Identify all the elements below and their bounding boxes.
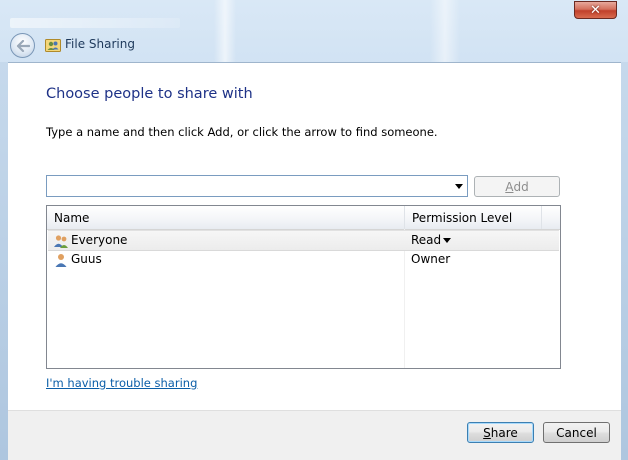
window-title: File Sharing bbox=[65, 37, 135, 51]
dropdown-arrow-icon[interactable] bbox=[455, 184, 463, 189]
list-item-name: Everyone bbox=[71, 233, 128, 247]
add-button-mnemonic: A bbox=[505, 179, 514, 194]
close-button[interactable]: ✕ bbox=[574, 1, 617, 19]
column-header-permission[interactable]: Permission Level bbox=[412, 211, 512, 225]
trouble-sharing-link[interactable]: I'm having trouble sharing bbox=[46, 376, 197, 390]
name-combobox[interactable] bbox=[46, 175, 468, 197]
instructions-text: Type a name and then click Add, or click… bbox=[46, 125, 438, 139]
people-list[interactable]: Name Permission Level Everyone Read Guus bbox=[46, 205, 561, 369]
column-header-name[interactable]: Name bbox=[54, 211, 89, 225]
permission-value: Owner bbox=[411, 252, 451, 266]
list-item-everyone[interactable]: Everyone Read bbox=[48, 230, 559, 251]
chevron-down-icon[interactable] bbox=[443, 238, 451, 243]
group-users-icon bbox=[54, 235, 68, 248]
dialog-footer: Share Cancel bbox=[8, 410, 621, 460]
user-icon bbox=[55, 254, 67, 267]
add-button[interactable]: Add bbox=[474, 176, 560, 197]
background-glass bbox=[10, 18, 180, 28]
add-button-label: dd bbox=[513, 179, 529, 194]
dialog-content: Choose people to share with Type a name … bbox=[8, 62, 621, 411]
glass-highlight bbox=[430, 0, 460, 62]
page-title: Choose people to share with bbox=[46, 86, 253, 102]
close-icon: ✕ bbox=[590, 2, 601, 18]
share-button-label: hare bbox=[490, 425, 518, 440]
window-border-right bbox=[621, 62, 628, 460]
permission-dropdown[interactable]: Read bbox=[411, 233, 441, 247]
share-button[interactable]: Share bbox=[467, 422, 534, 443]
share-button-mnemonic: S bbox=[483, 425, 491, 440]
glass-highlight bbox=[214, 0, 236, 62]
sharing-users-icon bbox=[45, 39, 61, 52]
list-item-guus[interactable]: Guus Owner bbox=[48, 250, 559, 269]
column-divider[interactable] bbox=[404, 206, 405, 229]
back-button[interactable] bbox=[10, 33, 35, 58]
name-input[interactable] bbox=[50, 178, 445, 193]
back-arrow-icon bbox=[16, 39, 30, 52]
list-item-name: Guus bbox=[71, 252, 102, 266]
window-border-left bbox=[0, 62, 8, 460]
cancel-button[interactable]: Cancel bbox=[543, 422, 610, 443]
list-header: Name Permission Level bbox=[47, 206, 560, 230]
column-divider[interactable] bbox=[541, 206, 542, 229]
